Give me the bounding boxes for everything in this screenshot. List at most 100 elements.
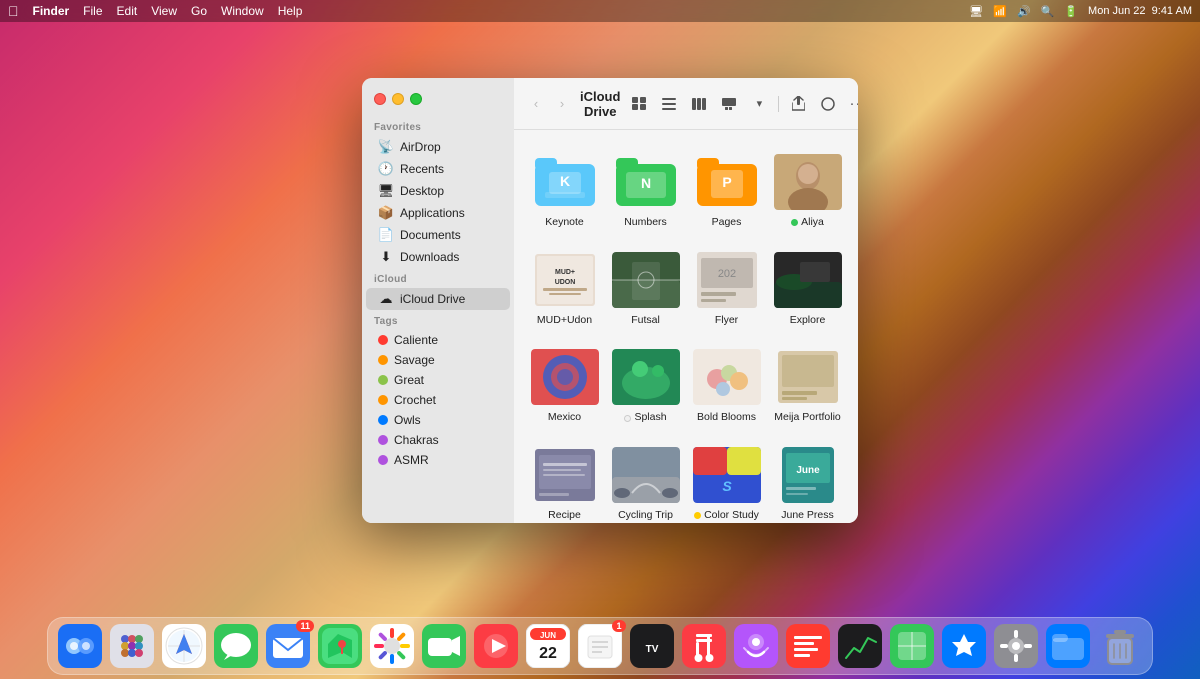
more-actions-button[interactable]: ···	[845, 93, 858, 115]
sidebar-label-airdrop: AirDrop	[400, 140, 441, 154]
sidebar-item-tag-asmr[interactable]: ASMR	[366, 450, 510, 470]
file-name-wrap-color-study: Color Study	[694, 509, 759, 523]
sidebar-item-tag-savage[interactable]: Savage	[366, 350, 510, 370]
file-name-splash: Splash	[634, 411, 666, 425]
dock-news[interactable]	[784, 622, 832, 670]
sidebar-item-desktop[interactable]: 🖥 Desktop	[366, 180, 510, 202]
file-thumb-recipe-journal	[531, 445, 599, 505]
dock-numbers[interactable]	[888, 622, 936, 670]
sidebar-item-tag-caliente[interactable]: Caliente	[366, 330, 510, 350]
file-thumb-splash	[612, 347, 680, 407]
sidebar-item-recents[interactable]: 🕐 Recents	[366, 158, 510, 180]
file-item-color-study[interactable]: S Color Study	[688, 439, 765, 523]
view-icon-gallery[interactable]	[716, 93, 742, 115]
view-icon-grid[interactable]	[626, 93, 652, 115]
tag-dot-asmr	[378, 455, 388, 465]
minimize-button[interactable]	[392, 93, 404, 105]
search-icon[interactable]: 🔍	[1041, 5, 1055, 18]
sidebar-item-documents[interactable]: 📄 Documents	[366, 224, 510, 246]
file-item-keynote[interactable]: K Keynote	[526, 146, 603, 236]
share-button[interactable]	[785, 93, 811, 115]
close-button[interactable]	[374, 93, 386, 105]
maximize-button[interactable]	[410, 93, 422, 105]
file-thumb-numbers: N	[612, 152, 680, 212]
menu-help[interactable]: Help	[278, 4, 303, 18]
file-item-numbers[interactable]: N Numbers	[607, 146, 684, 236]
file-item-pages[interactable]: P Pages	[688, 146, 765, 236]
dock-appstore[interactable]	[940, 622, 988, 670]
file-thumb-meija-portfolio	[774, 347, 842, 407]
finder-window: Favorites 📡 AirDrop 🕐 Recents 🖥 Desktop …	[362, 78, 858, 523]
file-name-cycling-trip: Cycling Trip	[618, 509, 673, 523]
back-button[interactable]: ‹	[524, 93, 548, 115]
dock-itunes[interactable]	[472, 622, 520, 670]
file-item-mexico[interactable]: Mexico	[526, 341, 603, 431]
dock-finder[interactable]	[56, 622, 104, 670]
volume-icon: 🔊	[1017, 5, 1031, 18]
file-item-flyer[interactable]: 202 Flyer	[688, 244, 765, 334]
dock-facetime[interactable]	[420, 622, 468, 670]
applications-icon: 📦	[378, 205, 394, 221]
sidebar-item-tag-crochet[interactable]: Crochet	[366, 390, 510, 410]
menu-view[interactable]: View	[151, 4, 177, 18]
dock-trash[interactable]	[1096, 622, 1144, 670]
menu-go[interactable]: Go	[191, 4, 207, 18]
view-options-button[interactable]: ▾	[746, 93, 772, 115]
file-item-explore[interactable]: Explore	[769, 244, 846, 334]
dock-reminders[interactable]: 1	[576, 622, 624, 670]
file-item-futsal[interactable]: Futsal	[607, 244, 684, 334]
file-thumb-explore	[774, 250, 842, 310]
apple-menu[interactable]: 	[8, 3, 19, 19]
sidebar-item-icloud-drive[interactable]: ☁ iCloud Drive	[366, 288, 510, 310]
dock-mail[interactable]: 11	[264, 622, 312, 670]
file-item-aliya[interactable]: Aliya	[769, 146, 846, 236]
dock-maps[interactable]	[316, 622, 364, 670]
finder-sidebar: Favorites 📡 AirDrop 🕐 Recents 🖥 Desktop …	[362, 78, 514, 523]
tag-label-savage: Savage	[394, 353, 435, 367]
toolbar-nav: ‹ ›	[524, 93, 574, 115]
dock-appletv[interactable]: TV	[628, 622, 676, 670]
svg-text:MUD+: MUD+	[554, 269, 574, 276]
dock-stack[interactable]	[1044, 622, 1092, 670]
forward-button[interactable]: ›	[550, 93, 574, 115]
dock-launchpad[interactable]	[108, 622, 156, 670]
toolbar-actions: ▾ ···	[626, 93, 858, 115]
file-name-mududon: MUD+Udon	[537, 314, 592, 328]
menu-edit[interactable]: Edit	[117, 4, 138, 18]
file-name-aliya: Aliya	[801, 216, 824, 230]
menu-finder[interactable]: Finder	[33, 4, 70, 18]
view-icon-list[interactable]	[656, 93, 682, 115]
sidebar-item-tag-chakras[interactable]: Chakras	[366, 430, 510, 450]
sidebar-item-tag-owls[interactable]: Owls	[366, 410, 510, 430]
tag-dot-caliente	[378, 335, 388, 345]
svg-text:22: 22	[539, 645, 557, 662]
view-icon-columns[interactable]	[686, 93, 712, 115]
datetime: Mon Jun 22 9:41 AM	[1088, 5, 1192, 17]
file-item-bold-blooms[interactable]: Bold Blooms	[688, 341, 765, 431]
file-item-recipe-journal[interactable]: Recipe Journal	[526, 439, 603, 523]
sidebar-item-airdrop[interactable]: 📡 AirDrop	[366, 136, 510, 158]
menu-window[interactable]: Window	[221, 4, 264, 18]
dock-system-prefs[interactable]	[992, 622, 1040, 670]
file-item-meija-portfolio[interactable]: Meija Portfolio	[769, 341, 846, 431]
sidebar-item-tag-great[interactable]: Great	[366, 370, 510, 390]
dock-music[interactable]	[680, 622, 728, 670]
sidebar-item-downloads[interactable]: ⬇ Downloads	[366, 246, 510, 268]
file-item-mududon[interactable]: MUD+ UDON MUD+Udon	[526, 244, 603, 334]
splash-tag-dot	[624, 415, 631, 422]
sidebar-item-applications[interactable]: 📦 Applications	[366, 202, 510, 224]
file-item-june-press[interactable]: June June Press Release	[769, 439, 846, 523]
dock-safari[interactable]	[160, 622, 208, 670]
tag-button[interactable]	[815, 93, 841, 115]
menu-file[interactable]: File	[83, 4, 102, 18]
tag-label-caliente: Caliente	[394, 333, 438, 347]
dock-stocks[interactable]	[836, 622, 884, 670]
dock-podcasts[interactable]	[732, 622, 780, 670]
file-item-cycling-trip[interactable]: Cycling Trip	[607, 439, 684, 523]
dock-calendar[interactable]: JUN22	[524, 622, 572, 670]
file-item-splash[interactable]: Splash	[607, 341, 684, 431]
dock-photos[interactable]	[368, 622, 416, 670]
desktop:  Finder File Edit View Go Window Help 🖥…	[0, 0, 1200, 679]
file-name-numbers: Numbers	[624, 216, 667, 230]
dock-messages[interactable]	[212, 622, 260, 670]
